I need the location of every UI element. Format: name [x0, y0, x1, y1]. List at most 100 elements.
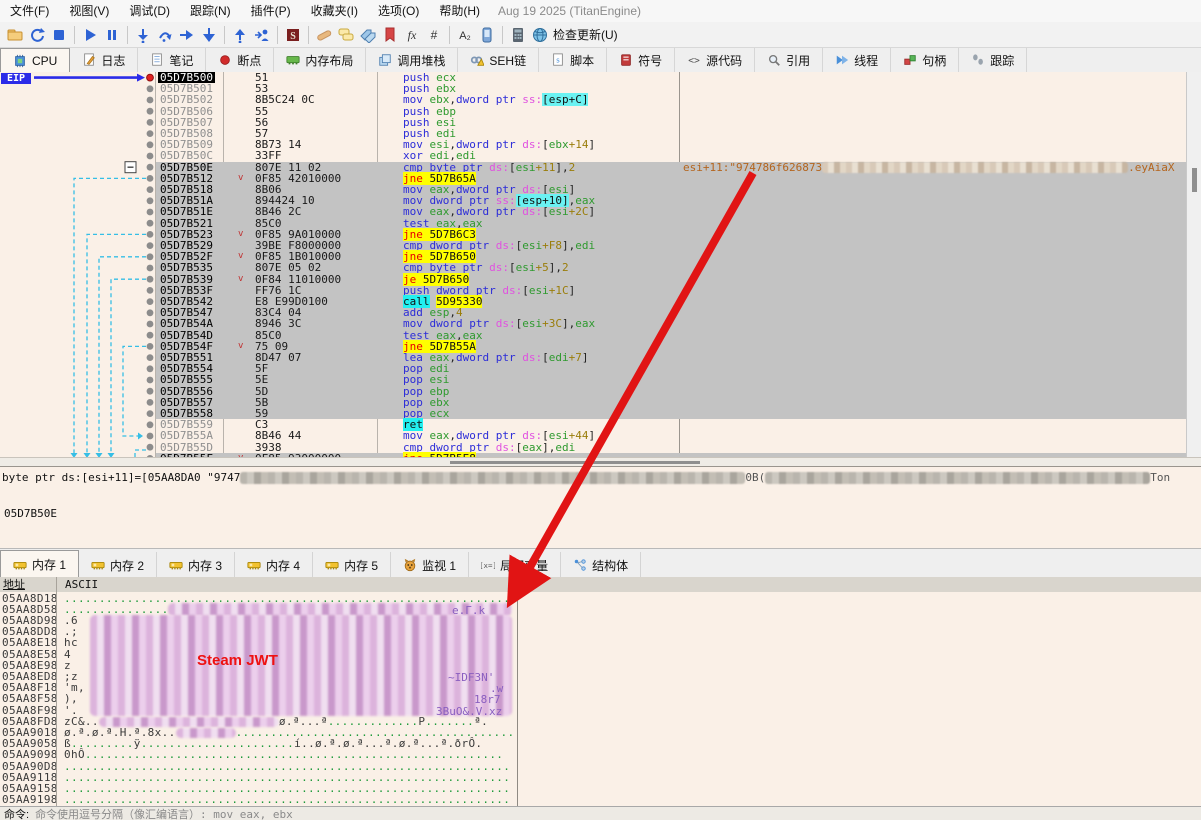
tab-trace[interactable]: 跟踪 [959, 48, 1027, 72]
disassembly-pane[interactable]: EIP 05D7B50051push ecx05D7B50153push ebx… [0, 72, 1201, 457]
jump-taken-indicator: v [238, 251, 243, 262]
memory-tab-bar: 内存 1 内存 2 内存 3 内存 4 内存 5 监视 1[x=]局部变量结构体 [0, 548, 1201, 579]
debugger-window: 文件(F)视图(V)调试(D)跟踪(N)插件(P)收藏夹(I)选项(O)帮助(H… [0, 0, 1201, 820]
tab-handles[interactable]: 句柄 [891, 48, 959, 72]
svg-text:<>: <> [688, 56, 700, 67]
run-to-selection-icon[interactable] [177, 25, 197, 45]
check-updates-label[interactable]: 检查更新(U) [553, 26, 618, 43]
dump-header-address[interactable]: 地址 [3, 577, 25, 592]
memtab-label: 内存 3 [188, 557, 222, 574]
cpu-icon [13, 54, 27, 68]
memtab-ram-内存-3[interactable]: 内存 3 [157, 552, 235, 578]
menu-item-6[interactable]: 收藏夹(I) [301, 0, 368, 22]
dump-row[interactable]: 05AA9198................................… [0, 794, 1201, 805]
disasm-row[interactable]: 05D7B535807E 05 02cmp byte ptr ds:[esi+5… [0, 262, 1186, 273]
tab-label: 源代码 [706, 52, 742, 69]
step-over-icon[interactable] [155, 25, 175, 45]
memtab-ram-内存-5[interactable]: 内存 5 [313, 552, 391, 578]
memtab-label: 内存 1 [32, 556, 66, 573]
ram-icon [169, 558, 183, 572]
dump-row[interactable]: 05AA8FD8zC&..ø.ª...ª.............P......… [0, 716, 1201, 727]
tab-breakpoint[interactable]: 断点 [206, 48, 274, 72]
tab-memory-map[interactable]: 内存布局 [274, 48, 366, 72]
source-icon: <> [687, 53, 701, 67]
redacted-jwt-blur [90, 615, 512, 716]
memtab-label: 内存 2 [110, 557, 144, 574]
step-out-icon[interactable] [230, 25, 250, 45]
pause-icon[interactable] [102, 25, 122, 45]
seh-chain-icon [470, 53, 484, 67]
references-icon [767, 53, 781, 67]
menu-item-8[interactable]: 帮助(H) [429, 0, 490, 22]
tab-label: 符号 [638, 52, 662, 69]
disasm-row[interactable]: 05D7B51E8B46 2Cmov eax,dword ptr ds:[esi… [0, 206, 1186, 217]
tab-source[interactable]: <> 源代码 [675, 48, 755, 72]
bytes-cell: 33FF [255, 150, 282, 161]
tab-threads[interactable]: 线程 [823, 48, 891, 72]
toolbar-separator [224, 26, 225, 44]
dump-header-ascii[interactable]: ASCII [65, 577, 98, 592]
vertical-scrollbar[interactable] [1186, 72, 1201, 457]
toolbar-separator [127, 26, 128, 44]
font-size-icon[interactable]: A₂ [455, 25, 475, 45]
functions-icon[interactable]: fx [402, 25, 422, 45]
tab-references[interactable]: 引用 [755, 48, 823, 72]
log-icon [82, 53, 96, 67]
disasm-row[interactable]: 05D7B54A8946 3Cmov dword ptr ds:[esi+3C]… [0, 318, 1186, 329]
disasm-row[interactable]: 05D7B5555Epop esi [0, 374, 1186, 385]
menu-item-2[interactable]: 视图(V) [59, 0, 119, 22]
run-icon[interactable] [80, 25, 100, 45]
tab-script[interactable]: s脚本 [539, 48, 607, 72]
memtab-ram-内存-4[interactable]: 内存 4 [235, 552, 313, 578]
call-stack-icon [378, 53, 392, 67]
tab-cpu[interactable]: CPU [0, 48, 70, 72]
scylla-hide-icon[interactable]: S [283, 25, 303, 45]
menu-item-3[interactable]: 调试(D) [119, 0, 180, 22]
memtab-label: 局部变量 [500, 557, 548, 574]
command-input[interactable] [33, 807, 1201, 820]
restart-icon[interactable] [27, 25, 47, 45]
bytes-cell: 8B46 2C [255, 206, 301, 217]
watch-dog-icon [403, 558, 417, 572]
memtab-local-vars-局部变量[interactable]: [x=]局部变量 [469, 552, 561, 578]
menu-item-5[interactable]: 插件(P) [241, 0, 301, 22]
patches-icon[interactable] [314, 25, 334, 45]
tab-call-stack[interactable]: 调用堆栈 [366, 48, 458, 72]
bookmarks-icon[interactable] [380, 25, 400, 45]
memtab-ram-内存-2[interactable]: 内存 2 [79, 552, 157, 578]
run-down-icon[interactable] [199, 25, 219, 45]
step-into-icon[interactable] [133, 25, 153, 45]
tab-seh-chain[interactable]: SEH链 [458, 48, 539, 72]
check-updates-globe-icon[interactable] [530, 25, 550, 45]
memtab-label: 内存 5 [344, 557, 378, 574]
memtab-ram-内存-1[interactable]: 内存 1 [0, 550, 79, 578]
comments-icon[interactable] [336, 25, 356, 45]
scrollbar-thumb[interactable] [450, 461, 700, 464]
scrollbar-thumb[interactable] [1192, 168, 1197, 192]
labels-icon[interactable] [358, 25, 378, 45]
titanengine-build-label: Aug 19 2025 (TitanEngine) [490, 0, 651, 22]
svg-text:#: # [431, 28, 438, 42]
menu-item-7[interactable]: 选项(O) [368, 0, 429, 22]
open-file-icon[interactable] [5, 25, 25, 45]
disasm-row[interactable]: 05D7B50C33FFxor edi,edi [0, 150, 1186, 161]
tab-notes[interactable]: 笔记 [138, 48, 206, 72]
stop-icon[interactable] [49, 25, 69, 45]
jwt-visible-fragment: ~IDF3N' [448, 671, 494, 684]
view-tab-bar: CPU日志笔记断点内存布局调用堆栈SEH链s脚本 符号 <> 源代码引用线程句柄跟踪 [0, 48, 1201, 73]
hash-view-icon[interactable]: # [424, 25, 444, 45]
menu-item-4[interactable]: 跟踪(N) [180, 0, 241, 22]
disasm-row[interactable]: 05D7B5028B5C24 0Cmov ebx,dword ptr ss:[e… [0, 94, 1186, 105]
dump-address-cell: 05AA9198 [2, 794, 58, 805]
memtab-struct-结构体[interactable]: 结构体 [561, 552, 641, 578]
remote-debug-icon[interactable] [477, 25, 497, 45]
redacted-blur [822, 162, 1128, 173]
run-to-user-code-icon[interactable] [252, 25, 272, 45]
menu-item-1[interactable]: 文件(F) [0, 0, 59, 22]
tab-log[interactable]: 日志 [70, 48, 138, 72]
dump-row[interactable]: 05AA8D18................................… [0, 593, 1201, 604]
tab-symbols[interactable]: 符号 [607, 48, 675, 72]
disasm-row[interactable]: 05D7B55A8B46 44mov eax,dword ptr ds:[esi… [0, 430, 1186, 441]
calculator-icon[interactable] [508, 25, 528, 45]
memtab-watch-dog-监视-1[interactable]: 监视 1 [391, 552, 469, 578]
